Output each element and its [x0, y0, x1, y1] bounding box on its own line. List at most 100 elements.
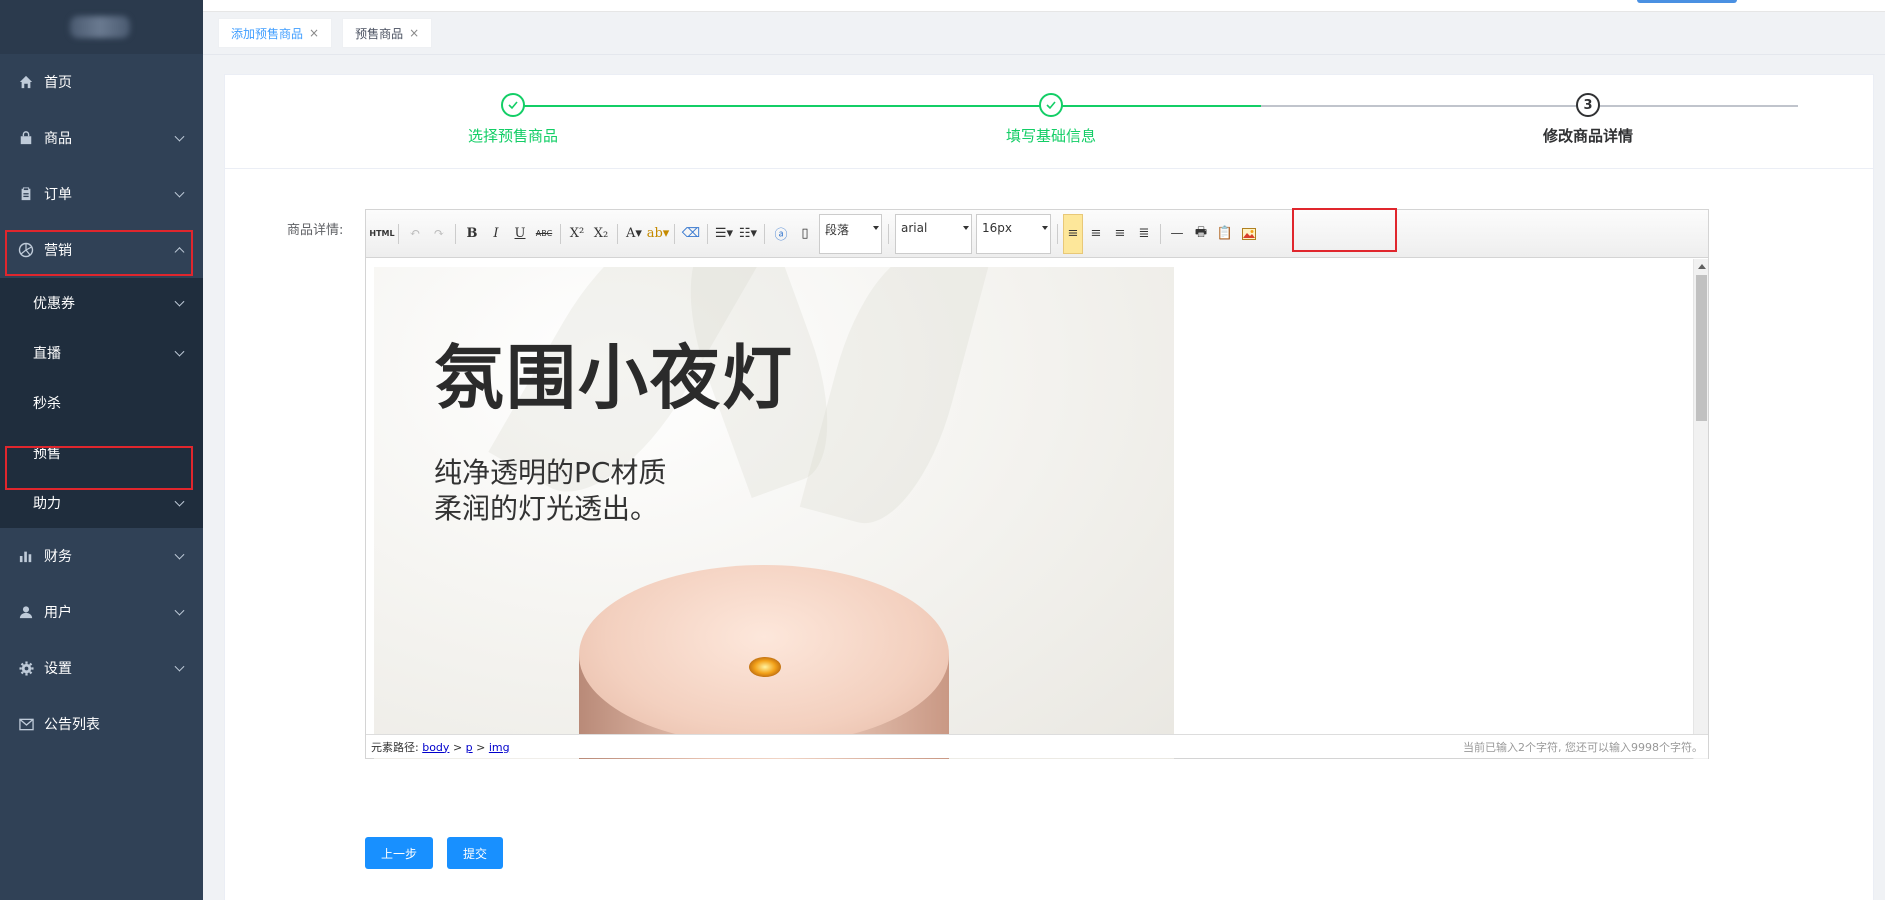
image-line-1: 纯净透明的PC材质	[434, 456, 667, 489]
bag-icon	[18, 130, 34, 146]
sidebar-item-home[interactable]: 首页	[0, 54, 203, 110]
close-icon[interactable]: ×	[309, 26, 319, 40]
rich-text-editor[interactable]: HTML ↶ ↷ B I U ABC X² X₂ A▾ ab▾ ⌫ ☰▾ ☷▾ …	[365, 209, 1709, 759]
char-count: 当前已输入2个字符, 您还可以输入9998个字符。	[1463, 740, 1703, 754]
underline-icon[interactable]: U	[509, 223, 531, 245]
element-path: 元素路径: body > p > img	[371, 740, 510, 754]
tab-label: 预售商品	[355, 26, 404, 41]
sidebar-item-coupons[interactable]: 优惠券	[0, 278, 203, 328]
chevron-down-icon	[174, 131, 185, 142]
chevron-down-icon	[174, 187, 185, 198]
align-right-icon[interactable]: ≡	[1109, 223, 1131, 245]
sidebar-item-label: 用户	[44, 605, 72, 621]
unordered-list-icon[interactable]: ☷▾	[737, 223, 759, 245]
chevron-down-icon	[174, 296, 185, 307]
tabs-bar: 添加预售商品 × 预售商品 ×	[203, 12, 1885, 55]
sidebar-item-label: 订单	[44, 187, 72, 203]
sidebar-item-label: 首页	[44, 75, 72, 91]
sidebar-item-assist[interactable]: 助力	[0, 478, 203, 528]
sidebar-item-label: 预售	[33, 446, 61, 462]
step-1: 选择预售商品	[413, 93, 613, 146]
chevron-down-icon	[174, 661, 185, 672]
align-justify-icon[interactable]: ≣	[1133, 223, 1155, 245]
marketing-submenu: 优惠券 直播 秒杀 预售 助力	[0, 278, 203, 528]
step-title: 填写基础信息	[1005, 127, 1096, 145]
font-size-value: 16px	[982, 220, 1012, 235]
editor-content[interactable]: 氛围小夜灯 纯净透明的PC材质 柔润的灯光透出。	[366, 259, 1708, 759]
font-family-select[interactable]: arial	[895, 213, 972, 254]
step-title: 选择预售商品	[467, 127, 558, 145]
undo-icon[interactable]: ↶	[404, 223, 426, 245]
superscript-icon[interactable]: X²	[566, 223, 588, 245]
check-icon	[1039, 93, 1063, 117]
home-icon	[18, 74, 34, 90]
sidebar-item-label: 商品	[44, 131, 72, 147]
align-left-icon[interactable]: ≡	[1063, 213, 1083, 254]
bold-icon[interactable]: B	[461, 223, 483, 245]
chevron-down-icon	[174, 549, 185, 560]
align-center-icon[interactable]: ≡	[1085, 223, 1107, 245]
font-family-value: arial	[901, 220, 928, 235]
redo-icon[interactable]: ↷	[428, 223, 450, 245]
tab-presale-goods[interactable]: 预售商品 ×	[342, 18, 433, 48]
subscript-icon[interactable]: X₂	[590, 223, 612, 245]
prev-step-button[interactable]: 上一步	[365, 837, 434, 869]
step-2: 填写基础信息	[951, 93, 1151, 146]
image-subtitle: 纯净透明的PC材质 柔润的灯光透出。	[434, 455, 666, 527]
tab-label: 添加预售商品	[231, 26, 304, 41]
sidebar-item-marketing[interactable]: 营销	[0, 222, 203, 278]
sidebar-item-label: 秒杀	[33, 396, 61, 412]
print-icon[interactable]: 🖶	[1190, 223, 1212, 245]
chevron-down-icon	[174, 496, 185, 507]
sidebar-item-label: 设置	[44, 661, 72, 677]
sidebar-item-label: 优惠券	[33, 296, 75, 312]
sidebar-item-notices[interactable]: 公告列表	[0, 696, 203, 752]
chevron-down-icon	[174, 346, 185, 357]
top-bar	[203, 0, 1885, 12]
path-body-link[interactable]: body	[422, 741, 449, 754]
eraser-icon[interactable]: ⌫	[680, 223, 702, 245]
close-icon[interactable]: ×	[409, 26, 419, 40]
sidebar-item-live[interactable]: 直播	[0, 328, 203, 378]
paragraph-select[interactable]: 段落	[819, 213, 882, 254]
steps: 选择预售商品 填写基础信息 3 修改商品详情	[225, 75, 1873, 169]
horizontal-rule-icon[interactable]: —	[1166, 223, 1188, 245]
step-title: 修改商品详情	[1542, 127, 1633, 145]
paste-icon[interactable]: 📋	[1214, 223, 1236, 245]
paragraph-value: 段落	[825, 222, 850, 237]
sidebar-item-flash-sale[interactable]: 秒杀	[0, 378, 203, 428]
mail-icon	[18, 716, 34, 732]
editor-toolbar: HTML ↶ ↷ B I U ABC X² X₂ A▾ ab▾ ⌫ ☰▾ ☷▾ …	[366, 210, 1708, 258]
path-img-link[interactable]: img	[489, 741, 510, 754]
italic-icon[interactable]: I	[485, 223, 507, 245]
image-upload-icon[interactable]	[1238, 223, 1260, 245]
html-source-button[interactable]: HTML	[369, 223, 394, 245]
sidebar-item-presale[interactable]: 预售	[0, 428, 203, 478]
sidebar-item-goods[interactable]: 商品	[0, 110, 203, 166]
sidebar-item-finance[interactable]: 财务	[0, 528, 203, 584]
path-p-link[interactable]: p	[466, 741, 473, 754]
submit-button[interactable]: 提交	[447, 837, 504, 869]
strikethrough-icon[interactable]: ABC	[533, 223, 555, 245]
sidebar-item-label: 直播	[33, 346, 61, 362]
font-color-icon[interactable]: A▾	[623, 223, 645, 245]
highlight-color-icon[interactable]: ab▾	[647, 223, 670, 245]
user-icon	[18, 604, 34, 620]
check-icon	[501, 93, 525, 117]
tab-add-presale[interactable]: 添加预售商品 ×	[218, 18, 333, 48]
page-icon[interactable]: ▯	[794, 223, 816, 245]
product-image: 氛围小夜灯 纯净透明的PC材质 柔润的灯光透出。	[374, 267, 1174, 759]
logo	[0, 0, 203, 54]
sidebar-item-settings[interactable]: 设置	[0, 640, 203, 696]
sidebar-item-label: 公告列表	[44, 717, 100, 733]
ordered-list-icon[interactable]: ☰▾	[713, 223, 735, 245]
sidebar-item-label: 营销	[44, 243, 72, 259]
sidebar: 首页 商品 订单 营销 优惠券 直播 秒杀 预售 助力 财务 用户 设置 公告列…	[0, 0, 203, 900]
editor-scrollbar[interactable]	[1693, 259, 1708, 759]
font-size-select[interactable]: 16px	[976, 213, 1051, 254]
anchor-icon[interactable]: ⓐ	[770, 223, 792, 245]
detail-label: 商品详情:	[287, 223, 344, 238]
sidebar-item-users[interactable]: 用户	[0, 584, 203, 640]
clipboard-icon	[18, 186, 34, 202]
sidebar-item-orders[interactable]: 订单	[0, 166, 203, 222]
